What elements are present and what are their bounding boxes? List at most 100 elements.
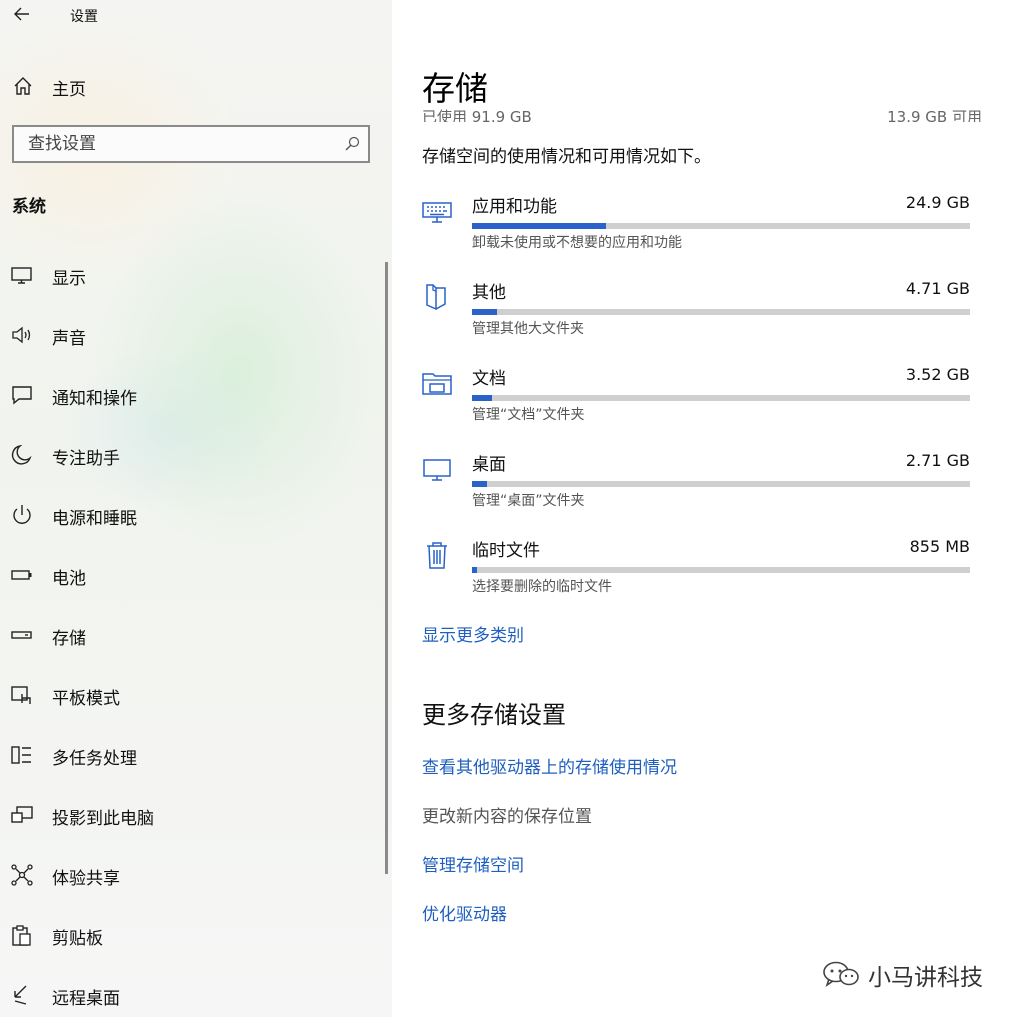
other-folder-icon <box>422 282 452 312</box>
sidebar-item-label: 主页 <box>52 80 86 100</box>
storage-category-other[interactable]: 其他 4.71 GB 管理其他大文件夹 <box>422 274 970 360</box>
sidebar-item-shared-experiences[interactable]: 体验共享 <box>0 846 384 906</box>
sidebar-item-sound[interactable]: 声音 <box>0 306 384 366</box>
sidebar-item-label: 存储 <box>52 629 86 649</box>
sidebar-item-clipboard[interactable]: 剪贴板 <box>0 906 384 966</box>
storage-category-temp-files[interactable]: 临时文件 855 MB 选择要删除的临时文件 <box>422 532 970 618</box>
used-space-text: 已使用 91.9 GB <box>422 108 532 122</box>
sidebar-item-label: 声音 <box>52 329 86 349</box>
sidebar-item-multitasking[interactable]: 多任务处理 <box>0 726 384 786</box>
multitasking-icon <box>10 744 34 766</box>
remote-desktop-icon <box>10 984 34 1006</box>
tablet-mode-icon <box>10 684 34 706</box>
more-storage-settings-heading: 更多存储设置 <box>422 701 566 729</box>
project-icon <box>10 804 34 826</box>
storage-category-documents[interactable]: 文档 3.52 GB 管理“文档”文件夹 <box>422 360 970 446</box>
sidebar-item-label: 专注助手 <box>52 449 120 469</box>
usage-bar-fill <box>472 481 487 487</box>
sidebar-item-remote-desktop[interactable]: 远程桌面 <box>0 966 384 1017</box>
back-button[interactable] <box>10 2 34 26</box>
category-size: 3.52 GB <box>905 365 970 384</box>
home-icon <box>12 75 34 97</box>
category-size: 2.71 GB <box>905 451 970 470</box>
usage-bar <box>472 395 970 401</box>
power-icon <box>10 504 34 526</box>
trash-icon <box>422 540 452 570</box>
sidebar-item-storage[interactable]: 存储 <box>0 606 384 666</box>
sidebar-item-display[interactable]: 显示 <box>0 246 384 306</box>
sidebar-item-label: 投影到此电脑 <box>52 809 154 829</box>
sidebar-item-home[interactable]: 主页 <box>0 70 392 102</box>
category-name: 文档 <box>472 369 506 389</box>
sidebar-scrollbar[interactable] <box>385 262 388 874</box>
sidebar-item-label: 显示 <box>52 269 86 289</box>
keyboard-icon <box>422 196 452 226</box>
page-title: 存储 <box>422 69 488 108</box>
usage-bar <box>472 481 970 487</box>
usage-bar <box>472 223 970 229</box>
documents-folder-icon <box>422 368 452 398</box>
sidebar-item-focus-assist[interactable]: 专注助手 <box>0 426 384 486</box>
sidebar-item-label: 电源和睡眠 <box>52 509 137 529</box>
sidebar-item-power-sleep[interactable]: 电源和睡眠 <box>0 486 384 546</box>
sidebar-item-label: 远程桌面 <box>52 989 120 1009</box>
category-description: 选择要删除的临时文件 <box>472 579 612 595</box>
category-name: 临时文件 <box>472 541 540 561</box>
sidebar-item-label: 平板模式 <box>52 689 120 709</box>
storage-category-list: 应用和功能 24.9 GB 卸载未使用或不想要的应用和功能 其他 4.71 GB… <box>422 188 970 618</box>
view-other-drives-link[interactable]: 查看其他驱动器上的存储使用情况 <box>422 753 677 778</box>
sidebar-item-tablet-mode[interactable]: 平板模式 <box>0 666 384 726</box>
usage-bar-fill <box>472 309 497 315</box>
category-description: 管理其他大文件夹 <box>472 321 584 337</box>
sidebar-item-label: 电池 <box>52 569 86 589</box>
category-description: 管理“桌面”文件夹 <box>472 493 585 509</box>
sidebar-item-label: 多任务处理 <box>52 749 137 769</box>
main-content: 存储 已使用 91.9 GB 13.9 GB 可用 存储空间的使用情况和可用情况… <box>392 0 1027 1017</box>
back-arrow-icon <box>14 7 29 21</box>
free-space-text: 13.9 GB 可用 <box>887 108 982 122</box>
category-name: 应用和功能 <box>472 197 557 217</box>
notification-icon <box>10 384 34 406</box>
usage-bar <box>472 309 970 315</box>
storage-icon <box>10 624 34 646</box>
search-box <box>12 125 370 163</box>
title-bar: 设置 <box>0 0 392 30</box>
manage-storage-spaces-link[interactable]: 管理存储空间 <box>422 851 524 876</box>
usage-bar-fill <box>472 223 607 229</box>
category-name: 桌面 <box>472 455 506 475</box>
share-icon <box>10 864 34 886</box>
category-size: 855 MB <box>909 537 970 556</box>
wechat-icon <box>822 960 860 988</box>
storage-category-desktop[interactable]: 桌面 2.71 GB 管理“桌面”文件夹 <box>422 446 970 532</box>
change-save-location-link[interactable]: 更改新内容的保存位置 <box>422 802 592 827</box>
sidebar-item-label: 体验共享 <box>52 869 120 889</box>
desktop-icon <box>422 454 452 484</box>
sidebar-item-label: 剪贴板 <box>52 929 103 949</box>
category-description: 管理“文档”文件夹 <box>472 407 585 423</box>
optimize-drives-link[interactable]: 优化驱动器 <box>422 900 507 925</box>
sidebar-item-notifications[interactable]: 通知和操作 <box>0 366 384 426</box>
category-size: 24.9 GB <box>905 193 970 212</box>
usage-bar-fill <box>472 567 477 573</box>
speaker-icon <box>10 324 34 346</box>
usage-bar-fill <box>472 395 492 401</box>
category-name: 其他 <box>472 283 506 303</box>
app-title: 设置 <box>70 9 98 25</box>
usage-bar <box>472 567 970 573</box>
sidebar-item-project[interactable]: 投影到此电脑 <box>0 786 384 846</box>
search-input[interactable] <box>14 127 338 161</box>
search-icon[interactable] <box>344 136 360 152</box>
display-icon <box>10 264 34 286</box>
storage-subtitle: 存储空间的使用情况和可用情况如下。 <box>422 147 711 167</box>
category-size: 4.71 GB <box>905 279 970 298</box>
category-description: 卸载未使用或不想要的应用和功能 <box>472 235 682 251</box>
sidebar: 设置 主页 系统 显示 声音 <box>0 0 392 1017</box>
show-more-categories-link[interactable]: 显示更多类别 <box>422 621 524 646</box>
clipboard-icon <box>10 924 34 946</box>
sidebar-item-battery[interactable]: 电池 <box>0 546 384 606</box>
storage-category-apps[interactable]: 应用和功能 24.9 GB 卸载未使用或不想要的应用和功能 <box>422 188 970 274</box>
nav-list: 显示 声音 通知和操作 专注助手 电源和睡眠 电池 存储 平板模式 多任务处理 … <box>0 246 384 1017</box>
sidebar-item-label: 通知和操作 <box>52 389 137 409</box>
storage-usage-summary: 已使用 91.9 GB 13.9 GB 可用 <box>422 104 982 122</box>
watermark-text: 小马讲科技 <box>868 965 983 991</box>
